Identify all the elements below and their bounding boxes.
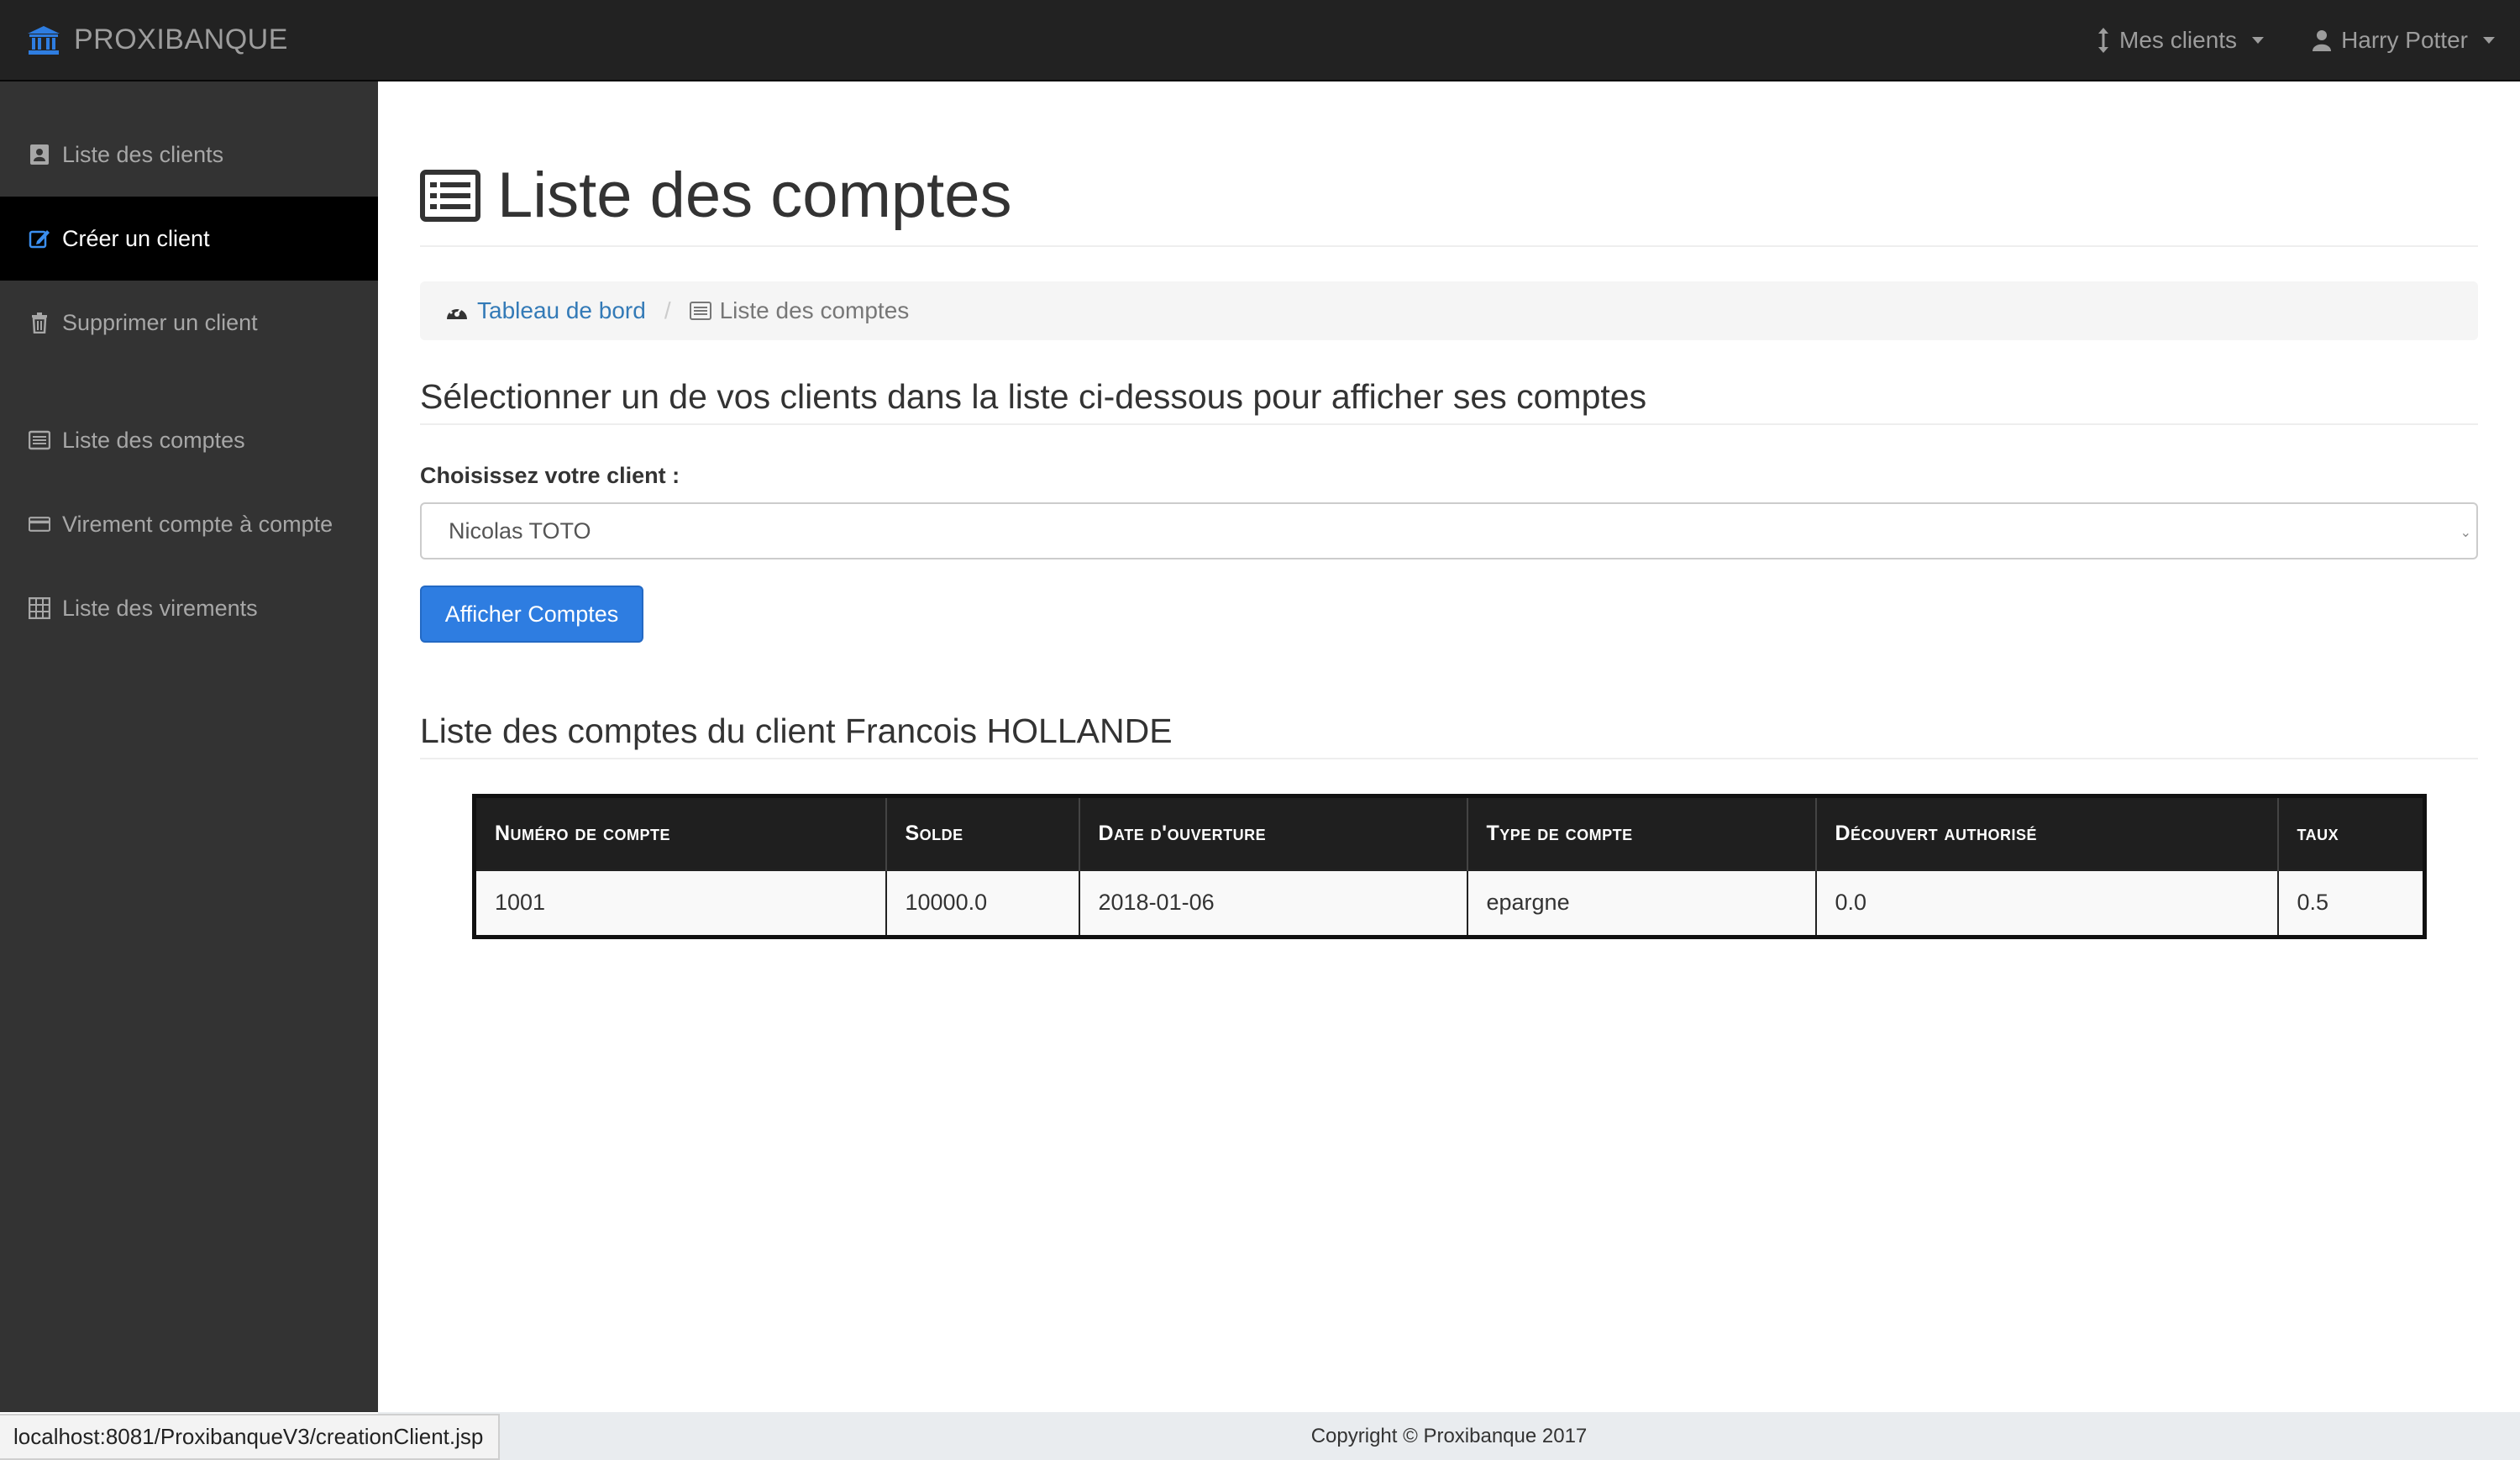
table-icon bbox=[29, 597, 50, 619]
page-title: Liste des comptes bbox=[497, 160, 1012, 231]
accounts-table: Numéro de compte Solde Date d'ouverture … bbox=[472, 794, 2427, 939]
sidebar-item-label: Liste des clients bbox=[62, 141, 224, 167]
column-header: Numéro de compte bbox=[474, 796, 887, 870]
sidebar-item-label: Supprimer un client bbox=[62, 309, 258, 335]
main-content: Liste des comptes Tableau de bord / List… bbox=[378, 81, 2520, 1412]
copyright-text: Copyright © Proxibanque 2017 bbox=[1310, 1424, 1588, 1447]
sidebar-item-label: Liste des comptes bbox=[62, 427, 245, 453]
bank-icon bbox=[28, 25, 60, 55]
client-select-label: Choisissez votre client : bbox=[420, 463, 680, 488]
clients-menu-label: Mes clients bbox=[2119, 26, 2238, 53]
client-select-value: Nicolas TOTO bbox=[449, 517, 591, 544]
table-cell: 1001 bbox=[474, 869, 887, 937]
list-alt-icon bbox=[689, 302, 711, 320]
footer: Copyright © Proxibanque 2017 bbox=[378, 1412, 2520, 1460]
chevron-down-icon bbox=[2252, 36, 2265, 44]
table-cell: 0.5 bbox=[2277, 869, 2426, 937]
brand-link[interactable]: PROXIBANQUE bbox=[27, 0, 288, 80]
afficher-comptes-button[interactable]: Afficher Comptes bbox=[420, 586, 643, 643]
sort-vertical-icon bbox=[2098, 27, 2109, 53]
sidebar-item-creer-client[interactable]: Créer un client bbox=[0, 197, 378, 281]
client-select[interactable]: Nicolas TOTO ⌄ bbox=[420, 502, 2478, 559]
brand-name: PROXIBANQUE bbox=[74, 24, 288, 55]
accounts-heading: Liste des comptes du client Francois HOL… bbox=[420, 712, 2478, 759]
dashboard-icon bbox=[447, 304, 467, 319]
sidebar-item-liste-virements[interactable]: Liste des virements bbox=[0, 566, 378, 650]
chevron-down-icon: ⌄ bbox=[2460, 526, 2471, 540]
page-header: Liste des comptes bbox=[420, 159, 2478, 247]
sidebar-item-liste-clients[interactable]: Liste des clients bbox=[0, 113, 378, 197]
table-header-row: Numéro de compte Solde Date d'ouverture … bbox=[474, 796, 2426, 870]
table-cell: 0.0 bbox=[1815, 869, 2279, 937]
breadcrumb-current-label: Liste des comptes bbox=[719, 297, 910, 323]
clients-menu[interactable]: Mes clients bbox=[2097, 26, 2265, 54]
edit-icon bbox=[29, 230, 50, 249]
list-alt-icon bbox=[420, 169, 480, 222]
list-alt-icon bbox=[29, 430, 50, 450]
breadcrumb: Tableau de bord / Liste des comptes bbox=[420, 281, 2478, 340]
status-bar-url: localhost:8081/ProxibanqueV3/creationCli… bbox=[0, 1414, 501, 1460]
user-menu[interactable]: Harry Potter bbox=[2313, 27, 2495, 54]
breadcrumb-separator: / bbox=[664, 297, 671, 323]
table-cell: epargne bbox=[1467, 869, 1817, 937]
sidebar-item-supprimer-client[interactable]: Supprimer un client bbox=[0, 281, 378, 365]
sidebar: Liste des clients Créer un client Suppri… bbox=[0, 81, 378, 1412]
sidebar-item-label: Virement compte à compte bbox=[62, 511, 333, 537]
column-header: Date d'ouverture bbox=[1079, 796, 1468, 870]
column-header: Solde bbox=[885, 796, 1080, 870]
credit-card-icon bbox=[29, 517, 50, 532]
contact-card-icon bbox=[30, 144, 49, 165]
trash-icon bbox=[32, 312, 47, 333]
table-row: 1001 10000.0 2018-01-06 epargne 0.0 0.5 bbox=[474, 869, 2426, 937]
table-cell: 10000.0 bbox=[885, 869, 1080, 937]
column-header: Découvert authorisé bbox=[1815, 796, 2279, 870]
sidebar-item-virement[interactable]: Virement compte à compte bbox=[0, 482, 378, 566]
breadcrumb-home-label: Tableau de bord bbox=[477, 297, 646, 323]
user-icon bbox=[2313, 29, 2332, 51]
sidebar-item-label: Créer un client bbox=[62, 225, 210, 251]
chevron-down-icon bbox=[2483, 36, 2495, 44]
sidebar-item-liste-comptes[interactable]: Liste des comptes bbox=[0, 398, 378, 482]
select-client-heading: Sélectionner un de vos clients dans la l… bbox=[420, 377, 2478, 425]
breadcrumb-home-link[interactable]: Tableau de bord bbox=[445, 297, 646, 324]
column-header: taux bbox=[2277, 796, 2426, 870]
column-header: Type de compte bbox=[1467, 796, 1817, 870]
table-cell: 2018-01-06 bbox=[1079, 869, 1468, 937]
breadcrumb-current: Liste des comptes bbox=[689, 297, 910, 324]
top-navbar: PROXIBANQUE Mes clients Harry Potter bbox=[0, 0, 2520, 81]
sidebar-item-label: Liste des virements bbox=[62, 595, 258, 621]
user-menu-label: Harry Potter bbox=[2341, 26, 2468, 53]
